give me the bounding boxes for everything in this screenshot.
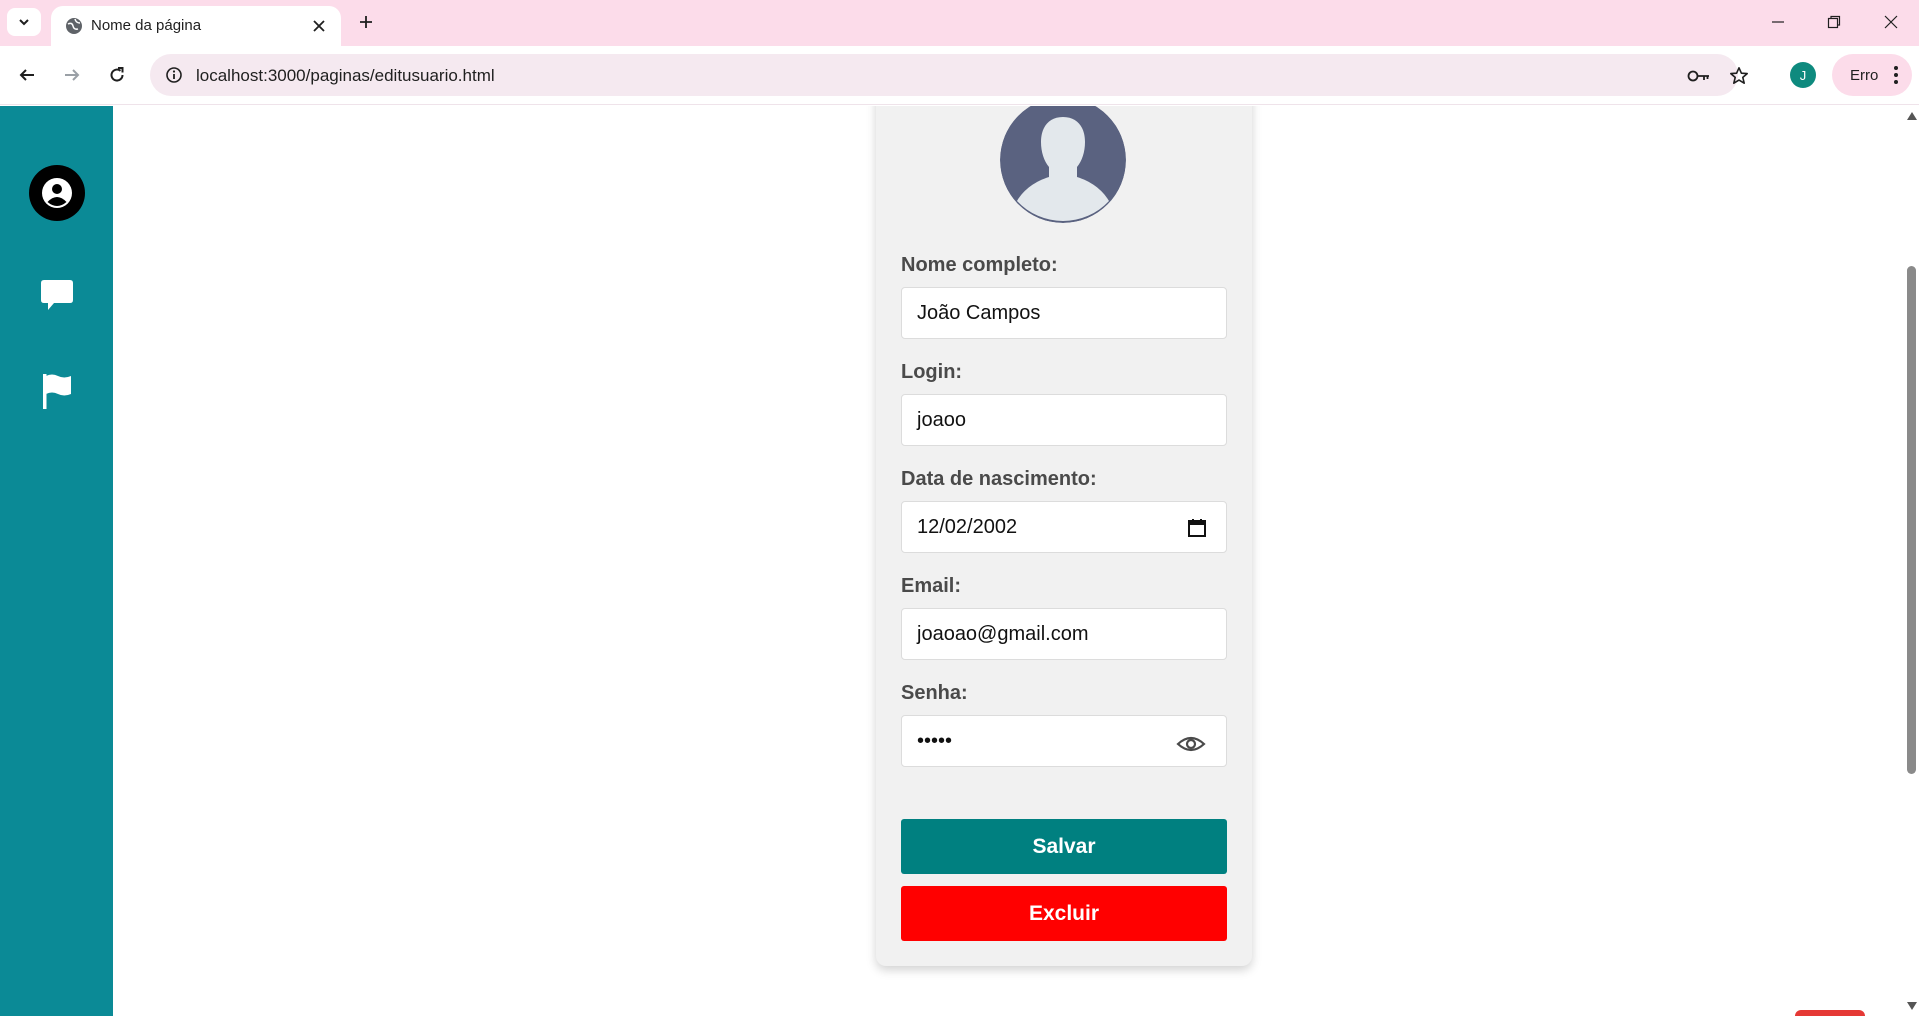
delete-button[interactable]: Excluir [901,886,1227,941]
scrollbar-thumb[interactable] [1907,266,1916,774]
birthdate-value: 12/02/2002 [917,516,1018,538]
sidebar-item-flag[interactable] [28,362,86,420]
page-scrollbar[interactable] [1904,106,1919,1016]
new-tab-button[interactable] [352,8,380,36]
back-button[interactable] [10,58,44,92]
arrow-left-icon [19,69,34,81]
chevron-down-icon [19,19,29,26]
sidebar [0,106,113,1016]
reload-icon [110,67,124,82]
error-label: Erro [1850,67,1879,84]
minimize-button[interactable] [1756,4,1800,40]
birthdate-label: Data de nascimento: [901,468,1097,490]
address-bar[interactable]: localhost:3000/paginas/editusuario.html [150,54,1748,96]
user-icon [29,165,85,221]
login-value: joaoo [917,409,966,431]
scroll-down-arrow-icon[interactable] [1907,1002,1917,1010]
close-tab-button[interactable] [307,14,331,38]
fullname-field[interactable]: João Campos [901,287,1227,339]
close-icon [313,20,325,32]
fullname-label: Nome completo: [901,254,1058,276]
restore-button[interactable] [1812,4,1856,40]
forward-button[interactable] [55,58,89,92]
login-label: Login: [901,361,963,383]
star-icon [1730,67,1748,84]
profile-avatar[interactable]: J [1790,62,1816,88]
arrow-right-icon [65,69,80,81]
eye-icon[interactable] [1176,733,1206,755]
close-icon [1884,15,1898,29]
avatar-placeholder-icon [1000,106,1126,223]
sidebar-item-chat[interactable] [28,266,86,324]
close-window-button[interactable] [1869,4,1913,40]
bookmark-button[interactable] [1726,63,1752,89]
site-info-button[interactable] [162,63,186,87]
tab-title: Nome da página [91,17,202,34]
reload-button[interactable] [100,58,134,92]
email-value: joaoao@gmail.com [917,623,1089,645]
minimize-icon [1772,21,1784,23]
key-icon [1687,70,1709,82]
password-label: Senha: [901,682,968,704]
email-field[interactable]: joaoao@gmail.com [901,608,1227,660]
password-value: ••••• [917,730,953,752]
offscreen-red-button[interactable] [1795,1010,1865,1016]
browser-toolbar: localhost:3000/paginas/editusuario.html … [0,46,1919,105]
email-label: Email: [901,575,962,597]
scroll-up-arrow-icon[interactable] [1907,112,1917,120]
sidebar-item-profile[interactable] [28,164,86,222]
birthdate-field[interactable]: 12/02/2002 [901,501,1227,553]
browser-tab[interactable]: Nome da página [51,6,341,46]
kebab-icon [1894,66,1898,84]
chat-icon [41,280,73,310]
save-button[interactable]: Salvar [901,819,1227,874]
browser-tab-strip: Nome da página [0,0,1919,46]
tab-search-button[interactable] [7,8,41,36]
calendar-icon[interactable] [1186,517,1208,539]
plus-icon [360,16,372,28]
page-viewport: Nome completo: João Campos Login: joaoo … [0,106,1919,1016]
password-field[interactable]: ••••• [901,715,1227,767]
login-field[interactable]: joaoo [901,394,1227,446]
avatar [1000,106,1126,223]
globe-icon [66,18,82,34]
menu-button[interactable] [1888,63,1904,87]
fullname-value: João Campos [917,302,1041,324]
flag-icon [43,374,71,409]
passwords-button[interactable] [1686,63,1712,89]
error-chip[interactable]: Erro [1832,54,1912,96]
restore-icon [1827,15,1841,29]
info-icon [166,67,182,83]
edit-user-card: Nome completo: João Campos Login: joaoo … [876,106,1252,966]
url-text: localhost:3000/paginas/editusuario.html [196,66,495,85]
